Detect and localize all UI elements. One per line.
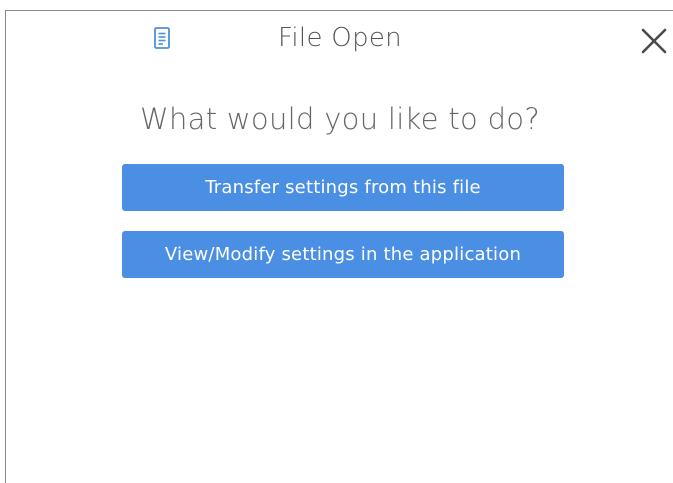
view-modify-settings-button[interactable]: View/Modify settings in the application xyxy=(122,231,564,278)
dialog-title: File Open xyxy=(278,23,402,53)
file-open-dialog: File Open What would you like to do? Tra… xyxy=(5,10,673,483)
close-button[interactable] xyxy=(640,27,668,55)
close-icon xyxy=(640,28,668,59)
transfer-settings-button[interactable]: Transfer settings from this file xyxy=(122,164,564,211)
dialog-heading: What would you like to do? xyxy=(139,102,541,136)
